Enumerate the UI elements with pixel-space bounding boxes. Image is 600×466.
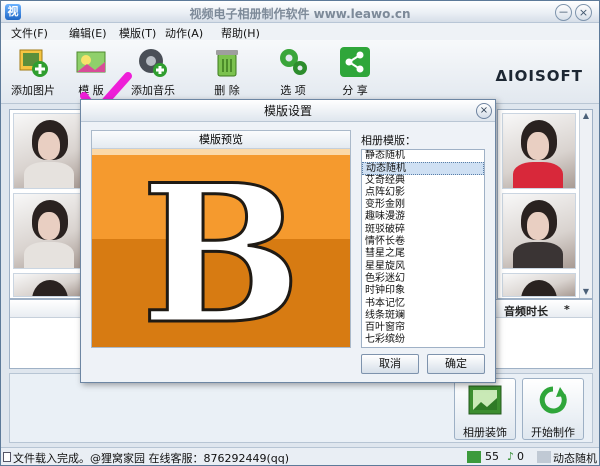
action-area: 相册装饰 开始制作 <box>9 373 593 443</box>
document-icon <box>3 452 11 462</box>
gear-icon <box>280 49 307 75</box>
scroll-down-icon[interactable]: ▼ <box>580 286 592 298</box>
template-list-item[interactable]: 百叶窗帘 <box>362 322 484 334</box>
status-bar: 文件载入完成。@狸窝家园 在线客服：876292449(qq) 55 ♪ 0 动… <box>1 447 599 465</box>
preview-label: 模版预览 <box>92 131 350 149</box>
minimize-button[interactable]: － <box>555 4 572 21</box>
scroll-up-icon[interactable]: ▲ <box>580 110 592 122</box>
photo-thumbnail[interactable] <box>502 273 576 297</box>
title-bar: 视 视频电子相册制作软件 www.leawo.cn － × <box>1 1 599 23</box>
dialog-close-button[interactable]: × <box>476 103 492 119</box>
template-list-item[interactable]: 线条斑斓 <box>362 310 484 322</box>
vertical-scrollbar[interactable]: ▲ ▼ <box>579 110 592 298</box>
photo-thumbnail[interactable] <box>13 273 81 297</box>
add-music-icon <box>139 49 167 77</box>
template-list-item[interactable]: 情怀长卷 <box>362 236 484 248</box>
delete-button[interactable]: 删 除 <box>199 46 255 102</box>
menu-edit[interactable]: 编辑(E) <box>69 25 107 41</box>
add-picture-button[interactable]: 添加图片 <box>5 46 61 102</box>
menu-template[interactable]: 模版(T) <box>119 25 156 41</box>
photo-thumbnail[interactable] <box>13 113 81 189</box>
template-status-icon <box>537 451 551 463</box>
close-button[interactable]: × <box>575 4 592 21</box>
photo-thumbnail[interactable] <box>502 193 576 269</box>
template-list-item[interactable]: 斑驳破碎 <box>362 224 484 236</box>
template-preview: 模版预览 B <box>91 130 351 348</box>
share-button[interactable]: 分 享 <box>327 46 383 102</box>
window-title: 视频电子相册制作软件 www.leawo.cn <box>189 7 411 21</box>
photo-thumbnail[interactable] <box>502 113 576 189</box>
start-build-button[interactable]: 开始制作 <box>522 378 584 440</box>
options-button[interactable]: 选 项 <box>265 46 321 102</box>
column-star[interactable]: * <box>564 303 570 316</box>
template-list-item[interactable]: 星星旋风 <box>362 261 484 273</box>
share-icon <box>340 47 370 77</box>
menu-action[interactable]: 动作(A) <box>165 25 203 41</box>
image-count: 55 <box>485 450 499 463</box>
ok-button[interactable]: 确定 <box>427 354 485 374</box>
column-audio-duration[interactable]: 音频时长 <box>504 303 548 319</box>
menu-file[interactable]: 文件(F) <box>11 25 48 41</box>
music-note-icon: ♪ <box>507 450 515 463</box>
template-list-item[interactable]: 静态随机 <box>362 150 484 162</box>
template-list-item[interactable]: 书本记忆 <box>362 298 484 310</box>
album-decorate-button[interactable]: 相册装饰 <box>454 378 516 440</box>
preview-image: B <box>92 149 350 347</box>
template-list-item[interactable]: 七彩缤纷 <box>362 334 484 346</box>
template-list-item[interactable]: 艾奇经典 <box>362 175 484 187</box>
template-settings-dialog: 模版设置 × 模版预览 B 相册模版： 静态随机 动态随机 艾奇经典 点阵幻影 变形金刚… <box>80 99 496 383</box>
menu-help[interactable]: 帮助(H) <box>221 25 260 41</box>
current-template: 动态随机 <box>553 452 597 465</box>
template-list[interactable]: 静态随机 动态随机 艾奇经典 点阵幻影 变形金刚 趣味漫游 斑驳破碎 情怀长卷 彗星之尾 星星旋风… <box>361 149 485 348</box>
template-list-item[interactable]: 彗星之尾 <box>362 248 484 260</box>
music-count: 0 <box>517 450 524 463</box>
preview-letter: B <box>141 149 302 347</box>
add-picture-icon <box>19 49 48 77</box>
template-list-item[interactable]: 点阵幻影 <box>362 187 484 199</box>
template-list-item[interactable]: 变形金刚 <box>362 199 484 211</box>
refresh-icon <box>539 386 567 414</box>
template-list-item[interactable]: 色彩迷幻 <box>362 273 484 285</box>
template-list-item[interactable]: 动态随机 <box>362 162 484 175</box>
decorate-icon <box>468 385 502 415</box>
template-list-item[interactable]: 趣味漫游 <box>362 211 484 223</box>
photo-thumbnail[interactable] <box>13 193 81 269</box>
template-list-label: 相册模版： <box>361 134 416 147</box>
right-photo-panel: ▲ ▼ <box>497 109 593 299</box>
status-text: 文件载入完成。@狸窝家园 在线客服：876292449(qq) <box>13 452 290 465</box>
menu-bar: 文件(F) 编辑(E) 模版(T) 动作(A) 帮助(H) <box>1 23 599 40</box>
image-count-icon <box>467 451 481 463</box>
trash-icon <box>216 50 238 77</box>
cancel-button[interactable]: 取消 <box>361 354 419 374</box>
template-list-item[interactable]: 时钟印象 <box>362 285 484 297</box>
dialog-title: 模版设置 <box>81 100 495 122</box>
left-photo-panel <box>9 109 85 299</box>
brand-logo: ΔIOISOFT <box>495 67 583 85</box>
add-music-button[interactable]: 添加音乐 <box>125 46 181 102</box>
